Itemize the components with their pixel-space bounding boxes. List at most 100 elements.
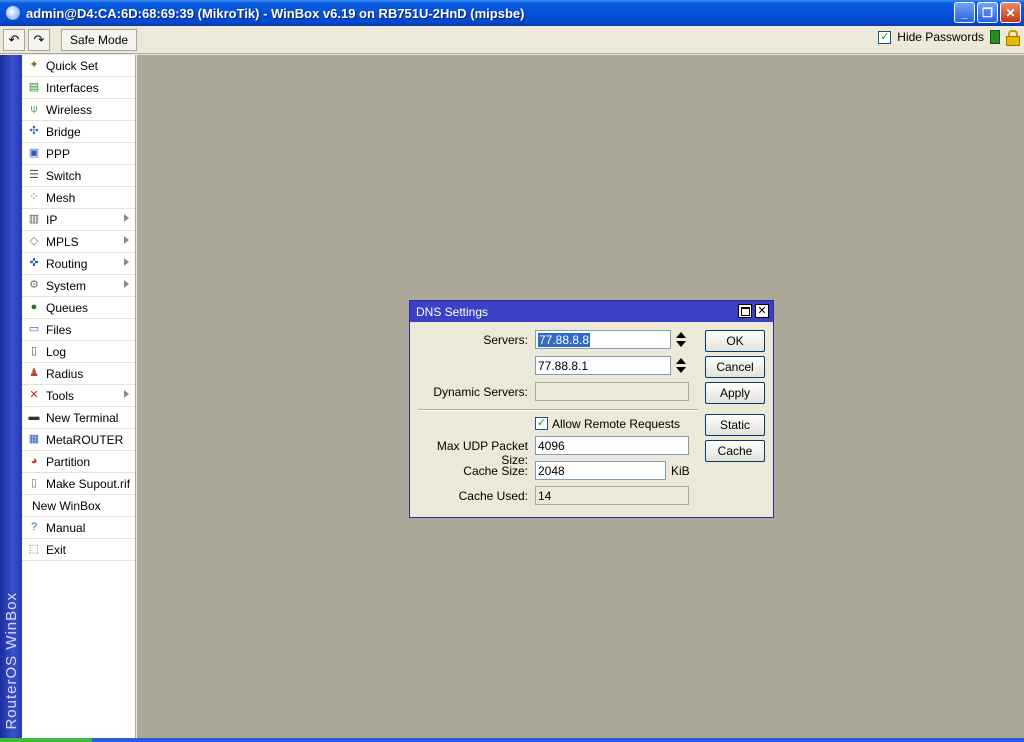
- menu-item-label: Queues: [46, 300, 89, 315]
- menu-item-label: Wireless: [46, 102, 93, 117]
- menu-item-log[interactable]: ▯ Log: [22, 341, 135, 363]
- menu-item-new-terminal[interactable]: ▬ New Terminal: [22, 407, 135, 429]
- menu-item-routing[interactable]: ✜ Routing: [22, 253, 135, 275]
- connection-status-icon: [990, 30, 1000, 44]
- menu-item-label: Exit: [46, 542, 67, 557]
- mesh-icon: ⁘: [29, 191, 39, 203]
- files-icon: ▭: [28, 323, 40, 335]
- wireless-icon: ⍦: [30, 103, 38, 115]
- menu-item-ppp[interactable]: ▣ PPP: [22, 143, 135, 165]
- new-terminal-icon: ▬: [28, 411, 40, 423]
- cancel-button[interactable]: Cancel: [705, 356, 765, 378]
- log-icon: ▯: [30, 345, 38, 357]
- submenu-arrow-icon: [124, 236, 129, 244]
- menu-item-mpls[interactable]: ◇ MPLS: [22, 231, 135, 253]
- mpls-icon: ◇: [29, 235, 39, 247]
- menu-item-label: Routing: [46, 256, 88, 271]
- menu-item-exit[interactable]: ⬚ Exit: [22, 539, 135, 561]
- menu-item-label: Files: [46, 322, 72, 337]
- ok-button[interactable]: OK: [705, 330, 765, 352]
- dns-server-2-value: 77.88.8.1: [538, 358, 589, 373]
- cache-used-field: 14: [535, 486, 689, 505]
- redo-button[interactable]: ↷: [28, 28, 50, 51]
- menu-item-mesh[interactable]: ⁘ Mesh: [22, 187, 135, 209]
- menu-item-switch[interactable]: ☰ Switch: [22, 165, 135, 187]
- window-titlebar[interactable]: admin@D4:CA:6D:68:69:39 (MikroTik) - Win…: [0, 0, 1024, 26]
- cache-used-label: Cache Used:: [458, 489, 528, 503]
- menu-item-queues[interactable]: ● Queues: [22, 297, 135, 319]
- menu-item-wireless[interactable]: ⍦ Wireless: [22, 99, 135, 121]
- menu-item-files[interactable]: ▭ Files: [22, 319, 135, 341]
- menu-item-partition[interactable]: ◕ Partition: [22, 451, 135, 473]
- minimize-button[interactable]: _: [954, 2, 975, 23]
- dialog-restore-button[interactable]: [738, 304, 752, 318]
- metarouter-icon: ▦: [28, 433, 40, 445]
- dns-server-1-input[interactable]: 77.88.8.8: [535, 330, 671, 349]
- submenu-arrow-icon: [124, 390, 129, 398]
- dns-settings-dialog: DNS Settings ✕ Servers: 77.88.8.8 77.88.…: [409, 300, 774, 518]
- exit-icon: ⬚: [28, 543, 40, 555]
- safe-mode-button[interactable]: Safe Mode: [61, 28, 138, 51]
- menu-item-label: Mesh: [46, 190, 76, 205]
- undo-icon: ↶: [8, 31, 20, 47]
- partition-icon: ◕: [30, 455, 38, 467]
- redo-icon: ↷: [33, 31, 45, 47]
- dns-server-2-spinner-icon[interactable]: [675, 358, 687, 374]
- dns-server-2-input[interactable]: 77.88.8.1: [535, 356, 671, 375]
- menu-item-label: New WinBox: [32, 498, 101, 513]
- menu-item-manual[interactable]: ? Manual: [22, 517, 135, 539]
- menu-item-make-supout-rif[interactable]: ▯ Make Supout.rif: [22, 473, 135, 495]
- taskbar-edge: [0, 738, 1024, 742]
- queues-icon: ●: [30, 301, 38, 313]
- menu-item-label: Manual: [46, 520, 86, 535]
- close-button[interactable]: ✕: [1000, 2, 1021, 23]
- side-menu: ✦ Quick Set ▤ Interfaces ⍦ Wireless ✣ Bridge ▣ PP…: [22, 55, 136, 742]
- ppp-icon: ▣: [28, 147, 40, 159]
- menu-item-radius[interactable]: ♟ Radius: [22, 363, 135, 385]
- dns-server-1-value: 77.88.8.8: [538, 332, 591, 347]
- cache-size-unit: KiB: [671, 464, 690, 478]
- dialog-title: DNS Settings: [416, 304, 489, 319]
- menu-item-label: MPLS: [46, 234, 79, 249]
- tools-icon: ✕: [29, 389, 39, 401]
- menu-item-interfaces[interactable]: ▤ Interfaces: [22, 77, 135, 99]
- hide-passwords-label: Hide Passwords: [897, 30, 984, 44]
- menu-item-tools[interactable]: ✕ Tools: [22, 385, 135, 407]
- submenu-arrow-icon: [124, 258, 129, 266]
- toolbar-right: ✓ Hide Passwords: [878, 30, 1020, 46]
- allow-remote-requests-checkbox[interactable]: ✓: [535, 417, 548, 430]
- menu-item-metarouter[interactable]: ▦ MetaROUTER: [22, 429, 135, 451]
- menu-item-system[interactable]: ⚙ System: [22, 275, 135, 297]
- menu-item-label: Quick Set: [46, 58, 99, 73]
- max-udp-packet-size-label: Max UDP Packet Size:: [436, 439, 528, 467]
- servers-label: Servers:: [483, 333, 528, 347]
- dynamic-servers-field: [535, 382, 689, 401]
- menu-item-label: Partition: [46, 454, 91, 469]
- menu-item-label: Tools: [46, 388, 75, 403]
- undo-button[interactable]: ↶: [3, 28, 25, 51]
- apply-button[interactable]: Apply: [705, 382, 765, 404]
- max-udp-packet-size-input[interactable]: 4096: [535, 436, 689, 455]
- dialog-separator: [418, 409, 698, 411]
- allow-remote-requests-label: Allow Remote Requests: [552, 417, 681, 431]
- dns-server-1-spinner-icon[interactable]: [675, 332, 687, 348]
- menu-item-label: Switch: [46, 168, 82, 183]
- maximize-button[interactable]: ❐: [977, 2, 998, 23]
- menu-item-ip[interactable]: ▥ IP: [22, 209, 135, 231]
- dynamic-servers-label: Dynamic Servers:: [433, 385, 528, 399]
- dialog-close-button[interactable]: ✕: [755, 304, 769, 318]
- hide-passwords-checkbox[interactable]: ✓: [878, 30, 892, 44]
- lock-icon: [1006, 30, 1020, 46]
- static-button[interactable]: Static: [705, 414, 765, 436]
- menu-item-quick-set[interactable]: ✦ Quick Set: [22, 55, 135, 77]
- cache-size-input[interactable]: 2048: [535, 461, 666, 480]
- cache-button[interactable]: Cache: [705, 440, 765, 462]
- menu-item-label: New Terminal: [46, 410, 119, 425]
- bridge-icon: ✣: [29, 125, 39, 137]
- menu-item-bridge[interactable]: ✣ Bridge: [22, 121, 135, 143]
- menu-item-new-winbox[interactable]: New WinBox: [22, 495, 135, 517]
- menu-item-label: PPP: [46, 146, 71, 161]
- routing-icon: ✜: [29, 257, 39, 269]
- menu-item-label: Bridge: [46, 124, 81, 139]
- dialog-titlebar[interactable]: DNS Settings ✕: [410, 301, 773, 322]
